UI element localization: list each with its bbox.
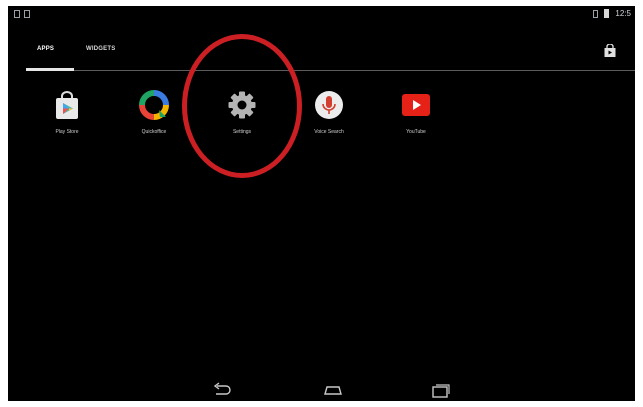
highlight-circle bbox=[182, 34, 302, 178]
home-icon[interactable] bbox=[321, 382, 345, 398]
shopping-bag-icon[interactable] bbox=[604, 44, 616, 57]
app-drawer-tabs: APPS WIDGETS bbox=[8, 40, 635, 71]
app-play-store[interactable]: Play Store bbox=[37, 90, 97, 135]
tab-divider bbox=[26, 70, 635, 71]
youtube-icon bbox=[402, 94, 430, 116]
app-quickoffice[interactable]: Quickoffice bbox=[124, 90, 184, 135]
tab-apps[interactable]: APPS bbox=[37, 46, 54, 52]
notification-icon bbox=[14, 10, 20, 18]
status-bar: 12:5 bbox=[8, 6, 635, 24]
app-label: Voice Search bbox=[314, 129, 344, 135]
notification-icon bbox=[24, 10, 30, 18]
selected-tab-indicator bbox=[26, 68, 74, 71]
tablet-screen: 12:5 APPS WIDGETS Play Store Quickoffice… bbox=[8, 6, 635, 401]
tab-widgets[interactable]: WIDGETS bbox=[86, 46, 115, 52]
app-youtube[interactable]: YouTube bbox=[386, 90, 446, 135]
notification-icons bbox=[14, 10, 30, 18]
recent-apps-icon[interactable] bbox=[428, 382, 452, 398]
quickoffice-icon bbox=[139, 90, 169, 120]
navigation-bar bbox=[8, 378, 635, 401]
play-store-icon bbox=[56, 91, 78, 119]
app-voice-search[interactable]: Voice Search bbox=[299, 90, 359, 135]
status-time: 12:5 bbox=[615, 9, 631, 18]
app-label: YouTube bbox=[406, 129, 426, 135]
app-label: Quickoffice bbox=[141, 129, 167, 135]
back-icon[interactable] bbox=[210, 382, 234, 398]
system-status: 12:5 bbox=[593, 9, 631, 18]
app-label: Play Store bbox=[55, 129, 79, 135]
signal-icon bbox=[593, 9, 599, 18]
battery-icon bbox=[604, 9, 610, 18]
microphone-icon bbox=[315, 91, 343, 119]
